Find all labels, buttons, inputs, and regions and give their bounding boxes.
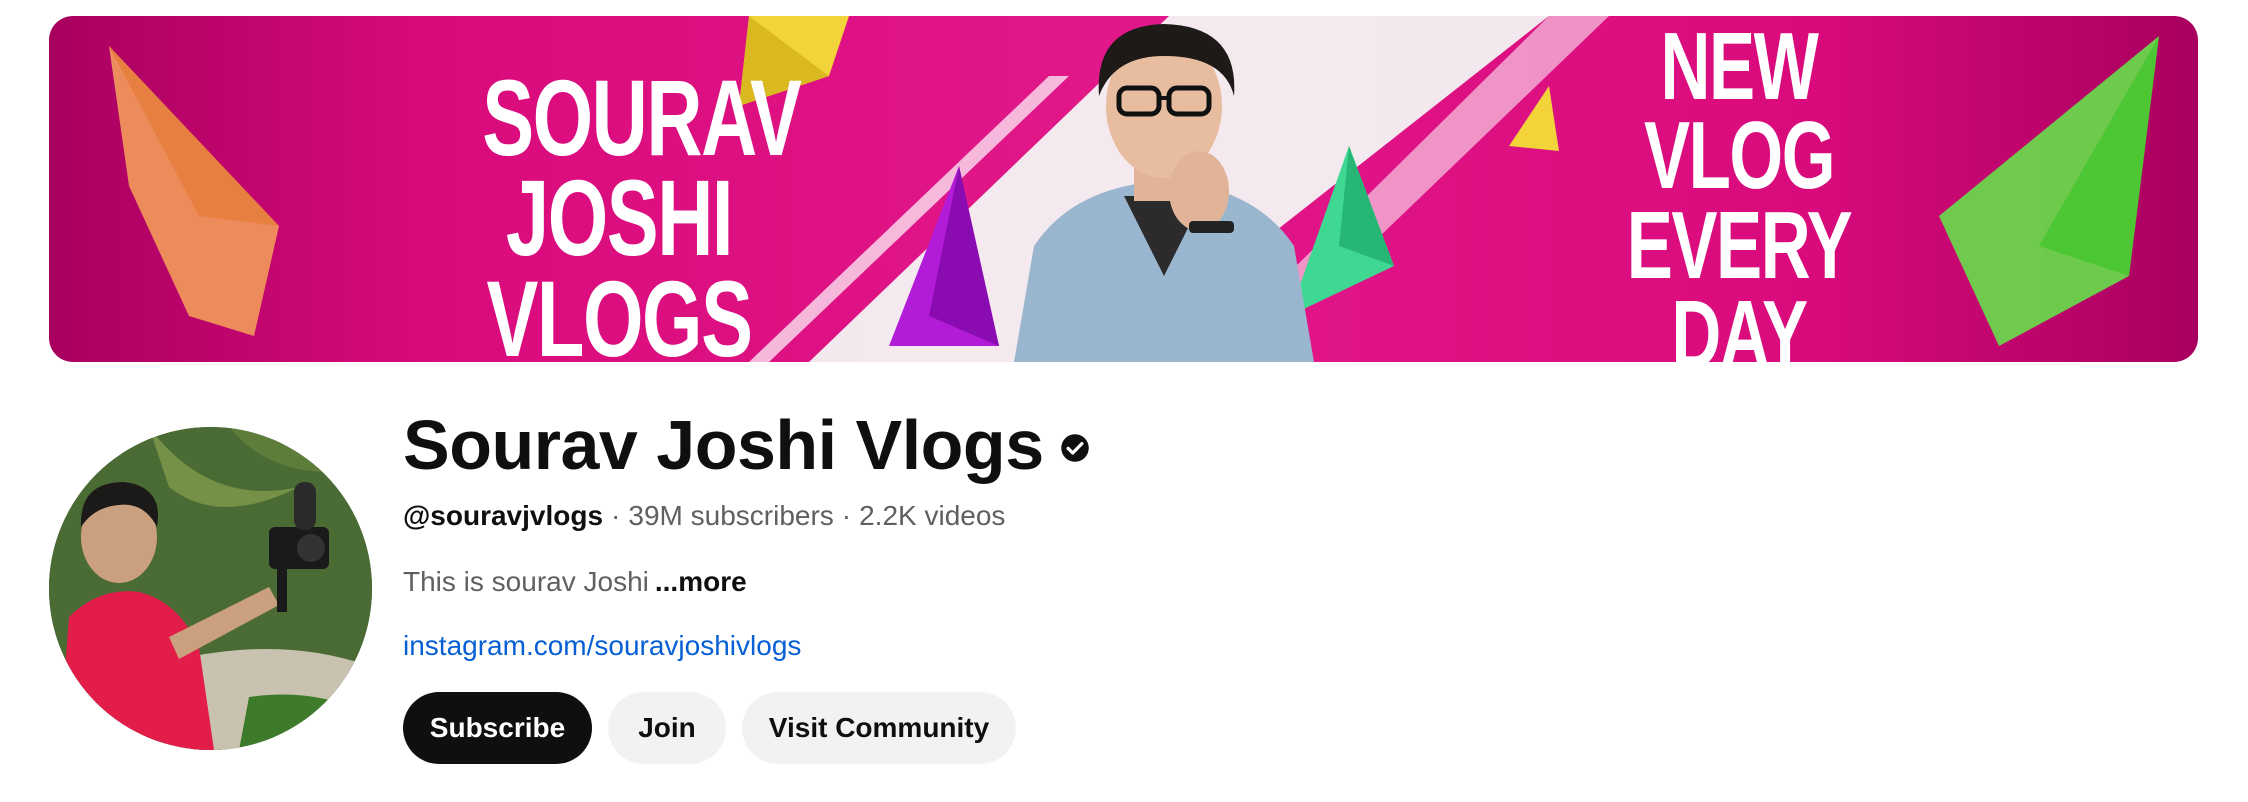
- description-text: This is sourav Joshi: [403, 566, 649, 597]
- channel-title: Sourav Joshi Vlogs: [403, 406, 1044, 484]
- banner-left-line: SOURAV: [482, 57, 802, 178]
- subscribe-button[interactable]: Subscribe: [403, 692, 592, 764]
- avatar-image: [49, 427, 372, 750]
- channel-info: Sourav Joshi Vlogs @souravjvlogs · 39M sub…: [403, 400, 1603, 764]
- banner-left-text: SOURAV JOSHI VLOGS: [482, 57, 802, 362]
- channel-description[interactable]: This is sourav Joshi ...more: [403, 566, 747, 598]
- banner-right-line: EVERY: [1626, 191, 1853, 299]
- verified-check-icon: [1060, 434, 1089, 462]
- banner-left-line: JOSHI: [505, 157, 734, 279]
- visit-community-button[interactable]: Visit Community: [742, 692, 1016, 764]
- banner-right-line: DAY: [1671, 280, 1808, 362]
- meta-separator: ·: [841, 500, 852, 531]
- banner-left-line: VLOGS: [486, 257, 752, 362]
- channel-title-row: Sourav Joshi Vlogs: [403, 400, 1603, 490]
- channel-meta: @souravjvlogs · 39M subscribers · 2.2K video…: [403, 500, 1005, 532]
- more-link[interactable]: ...more: [655, 566, 747, 597]
- meta-separator: ·: [611, 500, 621, 531]
- channel-banner: SOURAV JOSHI VLOGS NEW VLOG EVERY DAY: [49, 16, 2198, 362]
- banner-person-image: [1014, 24, 1314, 362]
- channel-avatar[interactable]: [49, 427, 372, 750]
- video-count: 2.2K videos: [859, 500, 1006, 531]
- banner-right-text: NEW VLOG EVERY DAY: [1595, 16, 1883, 362]
- banner-right-line: NEW: [1660, 16, 1819, 120]
- banner-right-line: VLOG: [1643, 102, 1836, 210]
- subscriber-count: 39M subscribers: [628, 500, 834, 531]
- channel-handle[interactable]: @souravjvlogs: [403, 500, 603, 531]
- channel-actions: Subscribe Join Visit Community: [403, 692, 1016, 764]
- channel-external-link[interactable]: instagram.com/souravjoshivlogs: [403, 630, 801, 662]
- join-button[interactable]: Join: [608, 692, 726, 764]
